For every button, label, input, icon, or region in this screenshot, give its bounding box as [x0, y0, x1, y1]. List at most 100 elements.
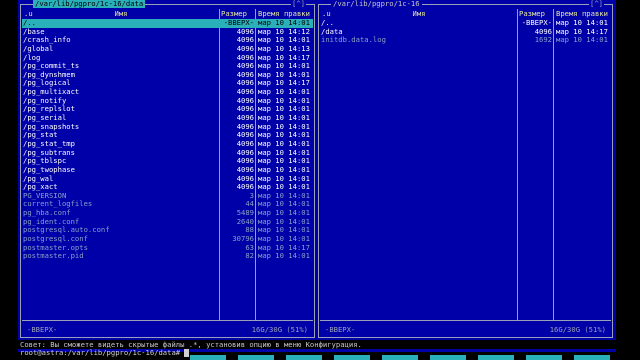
directory-row[interactable]: /.. -ВВЕРХ-мар 10 14:01 — [320, 19, 611, 28]
file-row[interactable]: current_logfiles 44 мар 10 14:01 — [22, 200, 313, 209]
file-name: /pg_notify — [23, 96, 67, 105]
function-key-button[interactable] — [286, 355, 322, 360]
file-size: 4096 — [236, 27, 254, 36]
left-panel[interactable]: /var/lib/pgpro/1c-16/data [^] .u Имя Разм… — [20, 0, 315, 338]
column-divider — [517, 9, 518, 320]
file-size: 4096 — [236, 44, 254, 53]
file-row[interactable]: PG_VERSION 3 мар 10 14:01 — [22, 192, 313, 201]
right-panel[interactable]: /var/lib/pgpro/1c-16 [^] .u Имя Размер Вр… — [318, 0, 613, 338]
midnight-commander-window: /var/lib/pgpro/1c-16/data [^] .u Имя Разм… — [18, 0, 616, 352]
file-name: postgresql.auto.conf — [23, 226, 110, 235]
function-key-button[interactable] — [478, 355, 514, 360]
function-key-button[interactable] — [238, 355, 274, 360]
file-name: postmaster.pid — [23, 252, 84, 261]
modified-time: мар 10 14:01 — [258, 36, 310, 45]
file-size: 4096 — [236, 53, 254, 62]
modified-time: мар 10 14:01 — [258, 62, 310, 71]
modified-time: мар 10 14:01 — [258, 88, 310, 97]
function-key-button[interactable] — [334, 355, 370, 360]
directory-row[interactable]: /pg_multixact 4096 мар 10 14:01 — [22, 88, 313, 97]
directory-row[interactable]: /pg_xact 4096 мар 10 14:01 — [22, 183, 313, 192]
directory-row[interactable]: /.. -ВВЕРХ-мар 10 14:01 — [22, 19, 313, 28]
directory-row[interactable]: /global 4096 мар 10 14:13 — [22, 45, 313, 54]
left-panel-path[interactable]: /var/lib/pgpro/1c-16/data — [33, 0, 146, 8]
directory-row[interactable]: /pg_stat_tmp 4096 мар 10 14:01 — [22, 140, 313, 149]
file-size: 88 — [245, 226, 254, 235]
file-name: /data — [321, 27, 343, 36]
modified-time: мар 10 14:01 — [258, 105, 310, 114]
file-size: 2640 — [236, 217, 254, 226]
size-column-header[interactable]: Размер — [221, 9, 255, 18]
file-row[interactable]: postmaster.pid 82 мар 10 14:01 — [22, 252, 313, 261]
left-file-list: /.. -ВВЕРХ-мар 10 14:01/base 4096 мар 10 14… — [22, 19, 313, 261]
name-column-header[interactable]: .u Имя — [320, 9, 517, 18]
directory-row[interactable]: /pg_subtrans 4096 мар 10 14:01 — [22, 149, 313, 158]
directory-row[interactable]: /pg_notify 4096 мар 10 14:01 — [22, 97, 313, 106]
file-size: 4096 — [236, 88, 254, 97]
panel-divider — [320, 320, 611, 321]
file-row[interactable]: postgresql.auto.conf 88 мар 10 14:01 — [22, 226, 313, 235]
function-key-button[interactable] — [430, 355, 466, 360]
file-size: 4096 — [236, 79, 254, 88]
directory-row[interactable]: /pg_tblspc 4096 мар 10 14:01 — [22, 157, 313, 166]
right-disk-usage: 16G/30G (51%) — [549, 325, 606, 334]
file-name: current_logfiles — [23, 200, 93, 209]
file-name: /pg_commit_ts — [23, 62, 80, 71]
file-name: /base — [23, 27, 45, 36]
file-size: 63 — [245, 243, 254, 252]
right-panel-path[interactable]: /var/lib/pgpro/1c-16 — [331, 0, 422, 8]
file-size: 30796 — [232, 235, 254, 244]
panel-divider — [22, 320, 313, 321]
directory-row[interactable]: /pg_commit_ts 4096 мар 10 14:01 — [22, 62, 313, 71]
time-column-header[interactable]: Время правки — [555, 9, 613, 18]
directory-row[interactable]: /pg_stat 4096 мар 10 14:01 — [22, 131, 313, 140]
modified-time: мар 10 14:01 — [258, 96, 310, 105]
column-divider — [553, 9, 554, 320]
modified-time: мар 10 14:01 — [258, 252, 310, 261]
directory-row[interactable]: /pg_logical 4096 мар 10 14:17 — [22, 79, 313, 88]
modified-time: мар 10 14:01 — [258, 200, 310, 209]
directory-row[interactable]: /data 4096 мар 10 14:17 — [320, 28, 611, 37]
function-key-button[interactable] — [526, 355, 562, 360]
left-panel-hist-button[interactable]: [^] — [291, 0, 306, 8]
file-row[interactable]: postmaster.opts 63 мар 10 14:17 — [22, 244, 313, 253]
modified-time: мар 10 14:01 — [258, 183, 310, 192]
sort-indicator[interactable]: .u — [24, 9, 33, 18]
modified-time: мар 10 14:01 — [258, 148, 310, 157]
file-size: 4096 — [236, 148, 254, 157]
name-column-header[interactable]: .u Имя — [22, 9, 219, 18]
directory-row[interactable]: /crash_info 4096 мар 10 14:01 — [22, 36, 313, 45]
directory-row[interactable]: /pg_dynshmem 4096 мар 10 14:01 — [22, 71, 313, 80]
sort-indicator[interactable]: .u — [322, 9, 331, 18]
file-row[interactable]: pg_ident.conf 2640 мар 10 14:01 — [22, 218, 313, 227]
directory-row[interactable]: /pg_serial 4096 мар 10 14:01 — [22, 114, 313, 123]
file-size: 4096 — [236, 174, 254, 183]
directory-row[interactable]: /pg_wal 4096 мар 10 14:01 — [22, 175, 313, 184]
file-name: pg_hba.conf — [23, 209, 71, 218]
file-row[interactable]: pg_hba.conf 5489 мар 10 14:01 — [22, 209, 313, 218]
modified-time: мар 10 14:01 — [258, 226, 310, 235]
file-name: /pg_twophase — [23, 165, 75, 174]
file-size: 4096 — [236, 36, 254, 45]
file-name: postgresql.conf — [23, 235, 88, 244]
function-key-button[interactable] — [190, 355, 226, 360]
size-column-header[interactable]: Размер — [519, 9, 553, 18]
right-panel-hist-button[interactable]: [^] — [589, 0, 604, 8]
file-row[interactable]: initdb.data.log 1692 мар 10 14:01 — [320, 36, 611, 45]
modified-time: мар 10 14:01 — [258, 139, 310, 148]
directory-row[interactable]: /log 4096 мар 10 14:17 — [22, 54, 313, 63]
file-name: /pg_serial — [23, 114, 67, 123]
modified-time: мар 10 14:17 — [258, 53, 310, 62]
function-key-button[interactable] — [382, 355, 418, 360]
text-cursor — [184, 349, 190, 357]
file-row[interactable]: postgresql.conf 30796 мар 10 14:01 — [22, 235, 313, 244]
directory-row[interactable]: /pg_twophase 4096 мар 10 14:01 — [22, 166, 313, 175]
modified-time: мар 10 14:13 — [258, 44, 310, 53]
directory-row[interactable]: /pg_snapshots 4096 мар 10 14:01 — [22, 123, 313, 132]
file-name: /pg_logical — [23, 79, 71, 88]
left-disk-usage: 16G/30G (51%) — [251, 325, 308, 334]
time-column-header[interactable]: Время правки — [257, 9, 315, 18]
directory-row[interactable]: /pg_replslot 4096 мар 10 14:01 — [22, 105, 313, 114]
directory-row[interactable]: /base 4096 мар 10 14:12 — [22, 28, 313, 37]
function-key-button[interactable] — [574, 355, 610, 360]
